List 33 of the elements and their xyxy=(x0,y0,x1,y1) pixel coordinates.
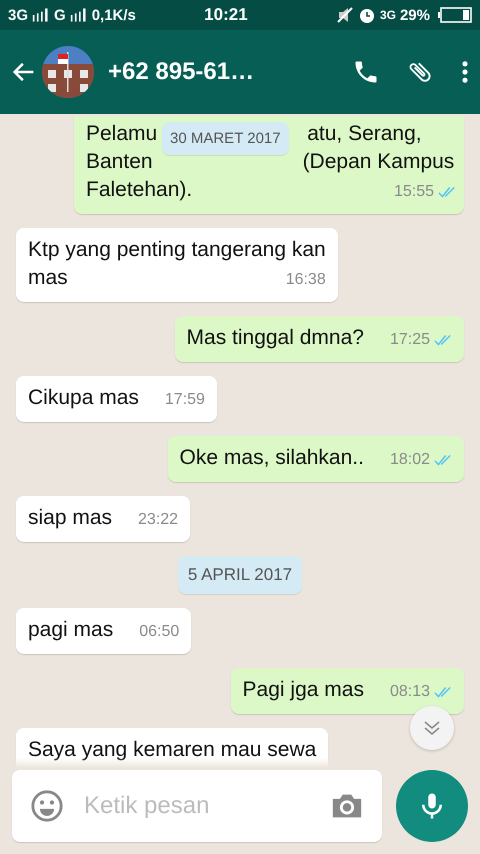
clock: 10:21 xyxy=(204,5,248,25)
message-text: Pelamu xyxy=(86,121,158,147)
message-text: (Depan Kampus xyxy=(302,149,454,175)
message-text: siap mas xyxy=(28,505,112,531)
message-time: 23:22 xyxy=(138,510,178,530)
battery-percent: 29% xyxy=(400,6,430,24)
contact-name[interactable]: +62 895-61… xyxy=(108,58,326,86)
message-time: 17:59 xyxy=(164,390,205,410)
message-time: 17:25 xyxy=(390,330,430,350)
message-time: 08:13 xyxy=(390,682,430,702)
message-text: Cikupa mas xyxy=(28,385,139,411)
date-chip: 30 MARET 2017 xyxy=(162,122,289,155)
network-label: 3G xyxy=(380,8,396,22)
message-text: Oke mas, silahkan.. xyxy=(180,445,364,471)
message-time: 06:50 xyxy=(139,622,180,642)
message-input[interactable]: Ketik pesan xyxy=(82,791,312,821)
message-text: Mas tinggal dmna? xyxy=(186,325,364,351)
date-chip: 5 APRIL 2017 xyxy=(178,556,302,594)
message-text: Pagi jga mas xyxy=(242,677,364,703)
data-speed: 0,1K/s xyxy=(92,6,136,24)
message-time: 16:38 xyxy=(286,270,326,290)
network-label: G xyxy=(54,6,66,24)
message-text: Banten xyxy=(86,149,153,175)
message-time: 15:55 xyxy=(394,182,434,202)
message-text: mas xyxy=(28,265,68,291)
message-field[interactable]: Ketik pesan xyxy=(12,770,382,842)
message-text: Ktp yang penting tangerang kan xyxy=(28,237,326,263)
message-text: Saya yang kemaren mau sewa xyxy=(28,737,316,763)
network-label: 3G xyxy=(8,6,28,24)
message-text: Faletehan). xyxy=(86,177,192,203)
message-time: 18:02 xyxy=(390,450,430,470)
message-text: pagi mas xyxy=(28,617,114,643)
message-text: atu, Serang, xyxy=(307,121,422,147)
